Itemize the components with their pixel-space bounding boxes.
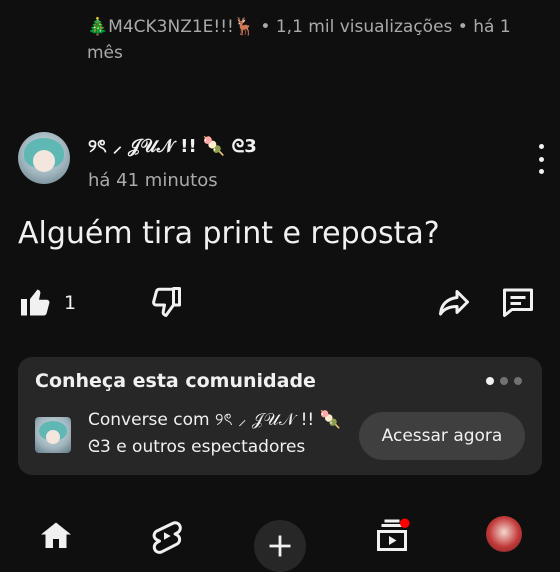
post-time: há 41 minutos (88, 170, 218, 191)
author-name[interactable]: ୨ৎ ⸝ 𝒥𝒰𝒩 !! 🍡 ᘓ3 (88, 132, 257, 163)
carousel-indicator (486, 377, 522, 385)
community-avatar (35, 417, 71, 453)
share-icon[interactable] (436, 284, 472, 320)
community-card: Conheça esta comunidade Converse com ୨ৎ … (18, 357, 542, 475)
home-icon[interactable] (38, 518, 74, 554)
subscriptions-icon[interactable] (374, 518, 410, 554)
plus-icon (269, 535, 291, 557)
comment-icon[interactable] (500, 284, 536, 320)
previous-post-meta: 🎄M4CK3NZ1E!!!🦌 • 1,1 mil visualizações •… (87, 14, 527, 66)
kebab-menu-icon[interactable] (534, 144, 548, 174)
carousel-dot (500, 377, 508, 385)
carousel-dot-active (486, 377, 494, 385)
post-header: ୨ৎ ⸝ 𝒥𝒰𝒩 !! 🍡 ᘓ3 há 41 minutos (18, 132, 548, 192)
community-card-title: Conheça esta comunidade (35, 370, 316, 392)
author-avatar[interactable] (18, 132, 70, 184)
previous-post-channel[interactable]: 🎄M4CK3NZ1E!!!🦌 (87, 17, 255, 37)
carousel-dot (514, 377, 522, 385)
profile-avatar[interactable] (486, 516, 522, 552)
thumbs-down-icon[interactable] (148, 284, 184, 320)
shorts-icon[interactable] (149, 518, 185, 554)
post-text: Alguém tira print e reposta? (18, 216, 440, 251)
thumbs-up-icon[interactable] (18, 284, 54, 320)
access-now-button[interactable]: Acessar agora (359, 412, 525, 460)
bottom-navigation (0, 508, 560, 572)
create-button[interactable] (254, 520, 306, 572)
action-row: 1 (18, 284, 538, 324)
notification-dot (399, 518, 410, 529)
like-count: 1 (64, 292, 77, 314)
community-description: Converse com ୨ৎ ⸝ 𝒥𝒰𝒩 !! 🍡 ᘓ3 e outros e… (88, 410, 341, 457)
